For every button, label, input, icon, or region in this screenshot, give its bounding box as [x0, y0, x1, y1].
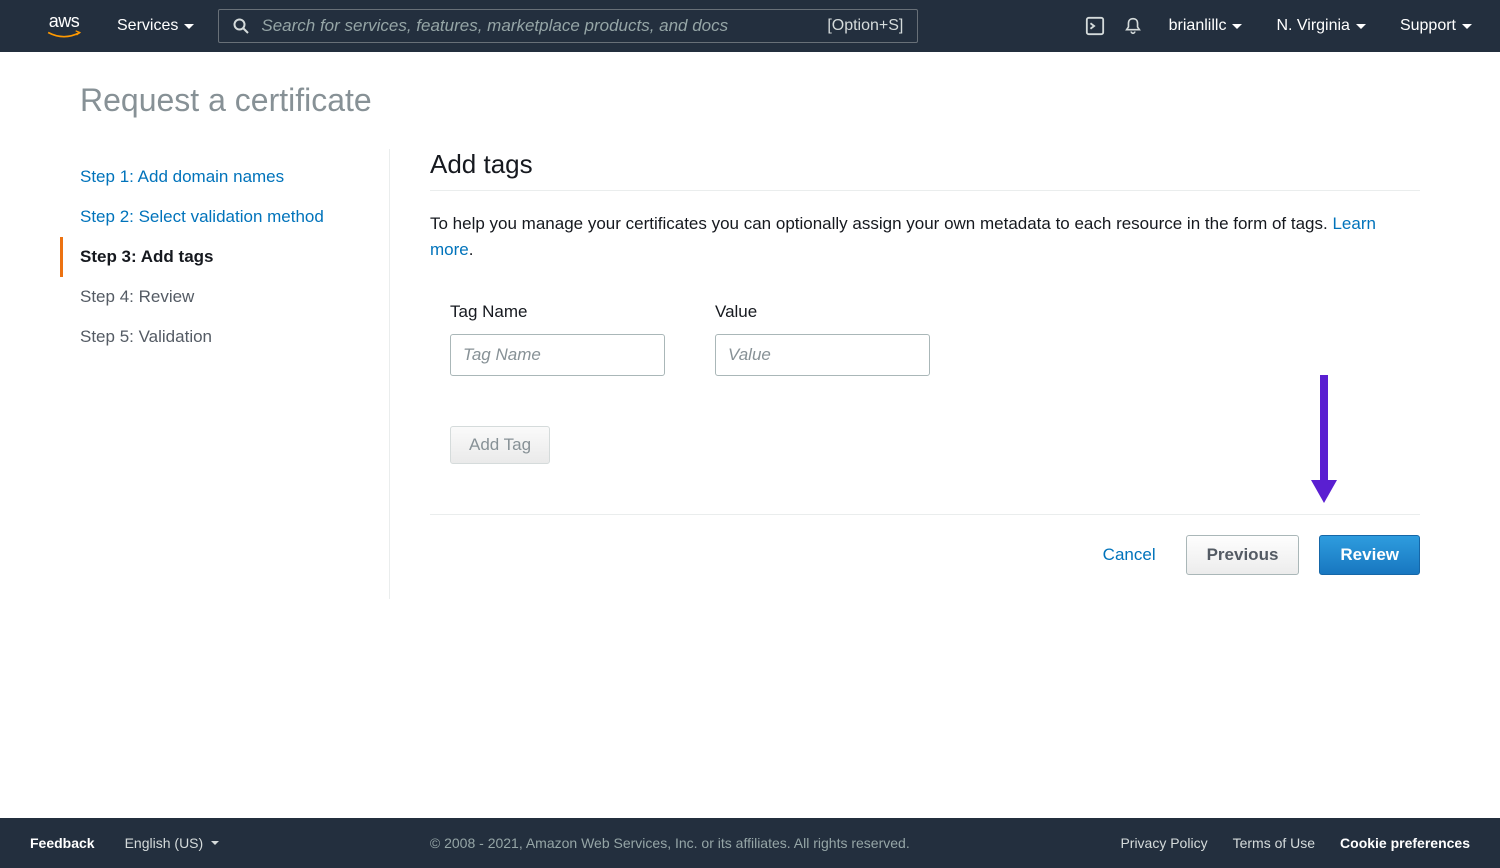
previous-button[interactable]: Previous — [1186, 535, 1300, 575]
aws-logo-text: aws — [49, 12, 80, 30]
search-input[interactable] — [261, 16, 815, 36]
footer-right: Privacy Policy Terms of Use Cookie prefe… — [1120, 835, 1470, 851]
tag-value-input[interactable] — [715, 334, 930, 376]
wizard-step-3[interactable]: Step 3: Add tags — [60, 237, 369, 277]
main-content: Request a certificate Step 1: Add domain… — [0, 52, 1500, 629]
actions-row: Cancel Previous Review — [430, 514, 1420, 575]
tag-form: Tag Name Value Add Tag — [430, 302, 1420, 464]
support-label: Support — [1400, 17, 1456, 35]
desc-text: To help you manage your certificates you… — [430, 214, 1332, 233]
search-icon — [233, 18, 249, 34]
footer-left: Feedback English (US) — [30, 835, 219, 851]
footer: Feedback English (US) © 2008 - 2021, Ama… — [0, 818, 1500, 868]
services-label: Services — [117, 17, 178, 35]
wizard-step-2[interactable]: Step 2: Select validation method — [60, 197, 369, 237]
section-title: Add tags — [430, 149, 1420, 191]
cloudshell-icon[interactable] — [1085, 16, 1105, 36]
chevron-down-icon — [211, 841, 219, 845]
search-shortcut-hint: [Option+S] — [827, 17, 903, 35]
aws-logo[interactable]: aws — [20, 12, 93, 40]
cancel-link[interactable]: Cancel — [1103, 545, 1156, 565]
add-tag-button[interactable]: Add Tag — [450, 426, 550, 464]
review-button[interactable]: Review — [1319, 535, 1420, 575]
top-nav: aws Services [Option+S] brianl — [0, 0, 1500, 52]
notifications-icon[interactable] — [1123, 16, 1143, 36]
tag-name-label: Tag Name — [450, 302, 665, 322]
nav-right: brianlillc N. Virginia Support — [1085, 16, 1480, 36]
privacy-link[interactable]: Privacy Policy — [1120, 835, 1207, 851]
language-label: English (US) — [125, 835, 204, 851]
services-menu[interactable]: Services — [109, 17, 202, 35]
section-description: To help you manage your certificates you… — [430, 211, 1420, 262]
annotation-arrow-icon — [1309, 375, 1339, 505]
footer-copyright: © 2008 - 2021, Amazon Web Services, Inc.… — [249, 835, 1090, 851]
tag-name-input[interactable] — [450, 334, 665, 376]
chevron-down-icon — [1462, 24, 1472, 29]
wizard-step-1[interactable]: Step 1: Add domain names — [60, 157, 369, 197]
wizard-steps: Step 1: Add domain names Step 2: Select … — [80, 149, 390, 599]
chevron-down-icon — [184, 24, 194, 29]
region-label: N. Virginia — [1276, 17, 1350, 35]
aws-smile-icon — [45, 30, 83, 40]
wizard-step-5[interactable]: Step 5: Validation — [60, 317, 369, 357]
feedback-link[interactable]: Feedback — [30, 835, 95, 851]
tag-value-label: Value — [715, 302, 930, 322]
account-menu[interactable]: brianlillc — [1161, 17, 1251, 35]
chevron-down-icon — [1356, 24, 1366, 29]
terms-link[interactable]: Terms of Use — [1233, 835, 1315, 851]
wizard-step-4[interactable]: Step 4: Review — [60, 277, 369, 317]
main-panel: Add tags To help you manage your certifi… — [430, 149, 1420, 599]
page-title: Request a certificate — [80, 82, 1420, 119]
cookie-preferences-link[interactable]: Cookie preferences — [1340, 835, 1470, 851]
search-container[interactable]: [Option+S] — [218, 9, 918, 43]
tag-value-col: Value — [715, 302, 930, 376]
content-wrapper: Step 1: Add domain names Step 2: Select … — [80, 149, 1420, 599]
account-label: brianlillc — [1169, 17, 1227, 35]
support-menu[interactable]: Support — [1392, 17, 1480, 35]
chevron-down-icon — [1232, 24, 1242, 29]
region-menu[interactable]: N. Virginia — [1268, 17, 1374, 35]
tag-row: Tag Name Value — [450, 302, 1420, 376]
tag-name-col: Tag Name — [450, 302, 665, 376]
desc-period: . — [469, 240, 474, 259]
language-select[interactable]: English (US) — [125, 835, 220, 851]
